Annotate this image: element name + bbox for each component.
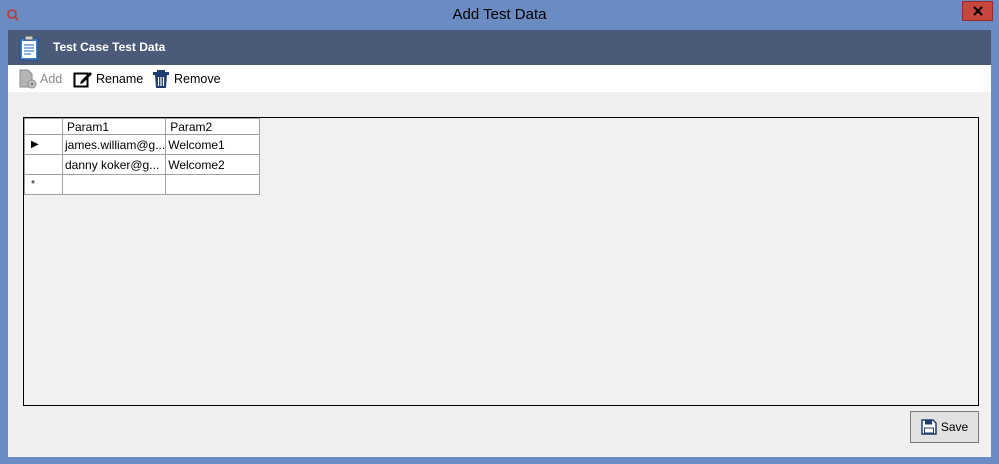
column-header-param1[interactable]: Param1 <box>61 118 167 135</box>
window-title: Add Test Data <box>452 6 547 23</box>
edit-icon <box>73 69 93 89</box>
table-row[interactable]: danny koker@g... Welcome2 <box>24 154 261 175</box>
rename-label: Rename <box>96 72 144 86</box>
grid-cell[interactable]: Welcome2 <box>165 154 261 175</box>
remove-button[interactable]: Remove <box>151 68 221 90</box>
add-file-icon <box>17 69 37 89</box>
column-header-param2[interactable]: Param2 <box>165 118 261 135</box>
grid-header-row: Param1 Param2 <box>24 118 261 135</box>
grid-table: Param1 Param2 ▶ james.william@g... Welco… <box>24 118 261 195</box>
rename-button[interactable]: Rename <box>73 68 143 90</box>
data-grid[interactable]: Param1 Param2 ▶ james.william@g... Welco… <box>23 117 979 406</box>
grid-cell[interactable] <box>165 174 261 195</box>
grid-cell[interactable] <box>61 174 167 195</box>
grid-cell[interactable]: danny koker@g... <box>61 154 167 175</box>
header-title: Test Case Test Data <box>53 40 166 54</box>
save-label: Save <box>940 420 969 434</box>
table-row[interactable]: ▶ james.william@g... Welcome1 <box>24 134 261 155</box>
client-area: Test Case Test Data Add Rename Remove Pa… <box>8 30 991 457</box>
grid-cell[interactable]: james.william@g... <box>61 134 167 155</box>
new-row-asterisk-icon: * <box>31 179 35 190</box>
new-row[interactable]: * <box>24 174 261 195</box>
clipboard-icon <box>19 35 39 61</box>
row-header[interactable]: ▶ <box>24 134 63 155</box>
title-bar[interactable]: Add Test Data <box>0 0 999 30</box>
toolbar: Add Rename Remove <box>8 65 991 92</box>
row-header[interactable]: * <box>24 174 63 195</box>
current-row-arrow-icon: ▶ <box>31 139 39 150</box>
close-button[interactable] <box>962 1 993 21</box>
app-window: Add Test Data Test Case Test Data Add Re… <box>0 0 999 464</box>
grid-corner[interactable] <box>24 118 63 135</box>
row-header[interactable] <box>24 154 63 175</box>
close-icon <box>972 6 983 16</box>
floppy-disk-icon <box>921 419 937 435</box>
remove-label: Remove <box>174 72 221 86</box>
save-button[interactable]: Save <box>910 411 979 443</box>
add-button[interactable]: Add <box>17 68 62 90</box>
grid-cell[interactable]: Welcome1 <box>165 134 261 155</box>
trash-icon <box>151 69 171 89</box>
header-bar: Test Case Test Data <box>8 30 991 65</box>
add-label: Add <box>40 72 63 86</box>
